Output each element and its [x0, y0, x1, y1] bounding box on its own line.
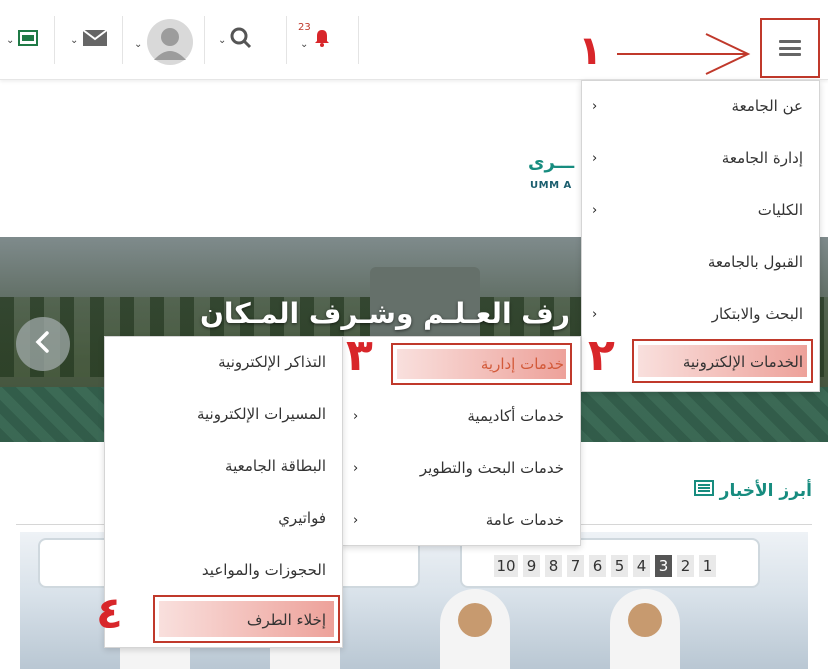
chevron-left-icon: ‹: [592, 150, 598, 166]
menu-item-admission[interactable]: القبول بالجامعة: [582, 237, 819, 287]
menu-item-label: البحث والابتكار: [711, 305, 803, 323]
submenu-item-bookings[interactable]: الحجوزات والمواعيد: [105, 545, 342, 595]
menu-item-label: إخلاء الطرف: [246, 611, 326, 629]
screen-menu[interactable]: ⌄: [6, 22, 39, 58]
menu-item-e-services[interactable]: الخدمات الإلكترونية: [582, 337, 819, 387]
annotation-step-4: ٤: [96, 588, 123, 639]
menu-item-label: خدمات عامة: [485, 511, 564, 529]
bell-wrapper: 23 ⌄: [298, 22, 332, 52]
chevron-down-icon: ⌄: [70, 34, 79, 46]
page-button[interactable]: 6: [589, 555, 606, 577]
slider-prev-button[interactable]: [16, 317, 70, 371]
page-button[interactable]: 2: [677, 555, 694, 577]
chevron-down-icon: ⌄: [218, 34, 227, 46]
top-bar: ⌄ ⌄ ⌄ ⌄ 23 ⌄: [0, 0, 828, 80]
chevron-left-icon: ‹: [592, 306, 598, 322]
menu-item-research[interactable]: البحث والابتكار ‹: [582, 289, 819, 339]
admin-services-submenu: التذاكر الإلكترونية المسيرات الإلكترونية…: [104, 336, 343, 648]
logo-arabic: ـــرى: [528, 152, 575, 173]
person: [440, 589, 510, 669]
page-button-active[interactable]: 3: [655, 555, 672, 577]
logo-english: UMM A: [530, 180, 572, 191]
menu-item-colleges[interactable]: الكليات ‹: [582, 185, 819, 235]
chevron-left-icon: ‹: [353, 512, 359, 528]
news-heading: أبرز الأخبار: [693, 480, 812, 501]
menu-item-label: خدمات إدارية: [480, 355, 564, 373]
notification-count: 23: [298, 22, 311, 33]
page-button[interactable]: 9: [523, 555, 540, 577]
chevron-left-icon: ‹: [353, 460, 359, 476]
news-pager: 1 2 3 4 5 6 7 8 9 10: [494, 555, 716, 577]
mail-menu[interactable]: ⌄: [70, 22, 108, 58]
submenu-item-university-card[interactable]: البطاقة الجامعية: [105, 441, 342, 491]
menu-item-administration[interactable]: إدارة الجامعة ‹: [582, 133, 819, 183]
chevron-down-icon: ⌄: [300, 38, 309, 50]
annotation-step-3: ٣: [346, 330, 373, 381]
services-submenu: خدمات إدارية خدمات أكاديمية ‹ خدمات البح…: [342, 336, 581, 546]
page-button[interactable]: 5: [611, 555, 628, 577]
bell-icon: [312, 28, 332, 52]
menu-item-label: القبول بالجامعة: [707, 253, 803, 271]
menu-item-label: المسيرات الإلكترونية: [196, 405, 326, 423]
search-menu[interactable]: ⌄: [218, 22, 252, 58]
chevron-left-icon: ‹: [592, 202, 598, 218]
search-icon: [230, 27, 252, 53]
divider: [54, 16, 55, 64]
menu-icon: [779, 40, 801, 56]
notifications-menu[interactable]: 23 ⌄: [298, 22, 332, 58]
menu-item-label: فواتيري: [278, 509, 326, 527]
menu-item-label: عن الجامعة: [731, 97, 803, 115]
annotation-step-2: ٢: [588, 330, 615, 381]
submenu-item-my-invoices[interactable]: فواتيري: [105, 493, 342, 543]
chevron-down-icon: ⌄: [134, 38, 143, 50]
menu-item-label: الكليات: [757, 201, 803, 219]
person: [610, 589, 680, 669]
banner-caption: رف العـلـم وشـرف المـكان: [200, 297, 570, 330]
divider: [204, 16, 205, 64]
submenu-item-general-services[interactable]: خدمات عامة ‹: [343, 495, 580, 545]
menu-item-label: الخدمات الإلكترونية: [682, 353, 803, 371]
submenu-item-e-payroll[interactable]: المسيرات الإلكترونية: [105, 389, 342, 439]
submenu-item-research-services[interactable]: خدمات البحث والتطوير ‹: [343, 443, 580, 493]
news-heading-label: أبرز الأخبار: [719, 480, 812, 501]
chevron-left-icon: ‹: [592, 98, 598, 114]
chevron-left-icon: [33, 330, 53, 358]
chevron-left-icon: ‹: [353, 408, 359, 424]
newspaper-icon: [693, 480, 714, 501]
chevron-down-icon: ⌄: [6, 34, 15, 46]
annotation-step-1: ١: [578, 28, 603, 74]
menu-item-label: الحجوزات والمواعيد: [201, 561, 326, 579]
menu-item-about[interactable]: عن الجامعة ‹: [582, 81, 819, 131]
menu-item-label: خدمات أكاديمية: [467, 407, 564, 425]
menu-item-label: خدمات البحث والتطوير: [419, 459, 564, 477]
page-button[interactable]: 1: [699, 555, 716, 577]
screen-icon: [18, 30, 39, 50]
menu-item-label: البطاقة الجامعية: [225, 457, 326, 475]
main-dropdown-menu: عن الجامعة ‹ إدارة الجامعة ‹ الكليات ‹ ا…: [581, 80, 820, 392]
page-button[interactable]: 10: [494, 555, 518, 577]
submenu-item-admin-services[interactable]: خدمات إدارية: [343, 339, 580, 389]
menu-item-label: إدارة الجامعة: [721, 149, 803, 167]
divider: [286, 16, 287, 64]
menu-item-label: التذاكر الإلكترونية: [218, 353, 326, 371]
divider: [358, 16, 359, 64]
main-menu-button[interactable]: [760, 18, 820, 78]
submenu-item-e-tickets[interactable]: التذاكر الإلكترونية: [105, 337, 342, 387]
page-button[interactable]: 4: [633, 555, 650, 577]
mail-icon: [82, 29, 108, 51]
page-button[interactable]: 7: [567, 555, 584, 577]
page-button[interactable]: 8: [545, 555, 562, 577]
submenu-item-clearance[interactable]: إخلاء الطرف: [105, 595, 342, 645]
divider: [122, 16, 123, 64]
submenu-item-academic-services[interactable]: خدمات أكاديمية ‹: [343, 391, 580, 441]
user-menu[interactable]: ⌄: [134, 19, 194, 65]
avatar: [146, 18, 194, 70]
